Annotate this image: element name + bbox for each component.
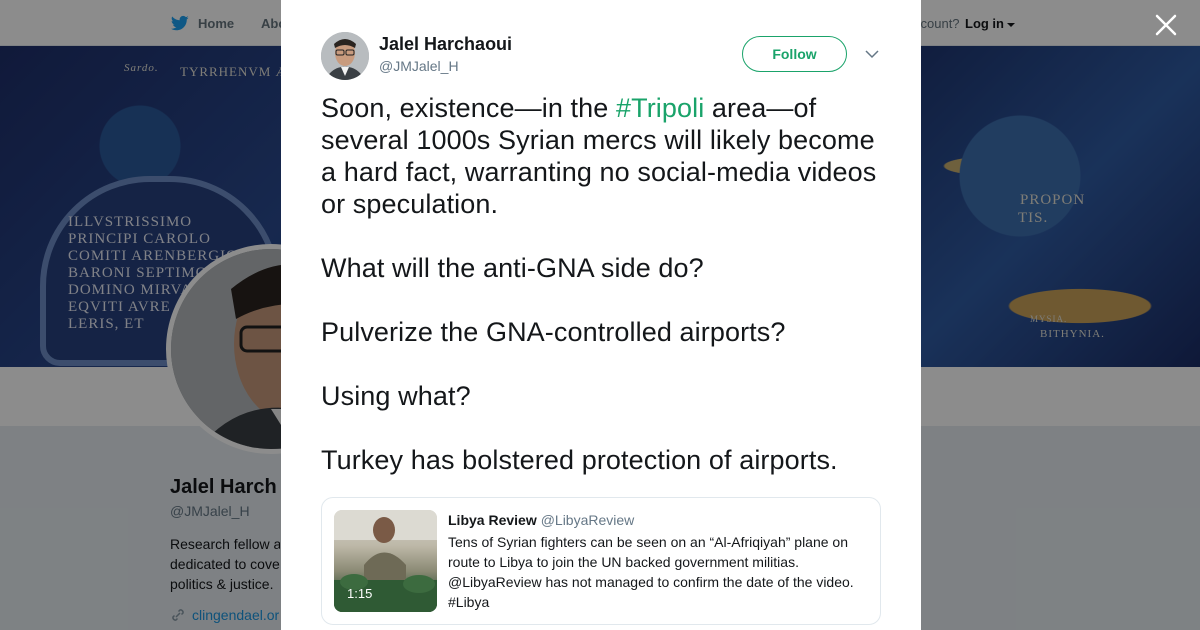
video-duration: 1:15 bbox=[347, 586, 373, 601]
quoted-tweet-header: Libya Review @LibyaReview bbox=[448, 512, 634, 528]
video-thumbnail[interactable]: 1:15 bbox=[334, 510, 437, 612]
author-avatar[interactable] bbox=[321, 32, 369, 80]
tweet-paragraph: Using what? bbox=[321, 381, 471, 411]
author-handle[interactable]: @JMJalel_H bbox=[379, 58, 459, 74]
follow-button[interactable]: Follow bbox=[742, 36, 847, 72]
quoted-tweet[interactable]: 1:15 Libya Review @LibyaReview Tens of Sy… bbox=[321, 497, 881, 625]
quoted-author-name: Libya Review bbox=[448, 512, 537, 528]
tweet-text: Soon, existence—in the #Tripoli area—of … bbox=[321, 92, 891, 476]
tweet-paragraph: Pulverize the GNA-controlled airports? bbox=[321, 317, 786, 347]
tweet-paragraph: What will the anti-GNA side do? bbox=[321, 253, 704, 283]
close-icon[interactable] bbox=[1153, 12, 1179, 38]
tweet-paragraph: Turkey has bolstered protection of airpo… bbox=[321, 445, 838, 475]
tweet-paragraph: Soon, existence—in the #Tripoli area—of … bbox=[321, 92, 891, 220]
tweet-modal: Jalel Harchaoui @JMJalel_H Follow Soon, … bbox=[281, 0, 921, 630]
person-portrait-icon bbox=[321, 32, 369, 80]
quoted-tweet-text: Tens of Syrian fighters can be seen on a… bbox=[448, 534, 854, 610]
hashtag-link[interactable]: #Tripoli bbox=[616, 93, 704, 123]
author-name[interactable]: Jalel Harchaoui bbox=[379, 34, 512, 55]
tweet-text-segment: Soon, existence—in the bbox=[321, 93, 616, 123]
quoted-author-handle: @LibyaReview bbox=[540, 512, 635, 528]
chevron-down-icon[interactable] bbox=[864, 46, 880, 62]
